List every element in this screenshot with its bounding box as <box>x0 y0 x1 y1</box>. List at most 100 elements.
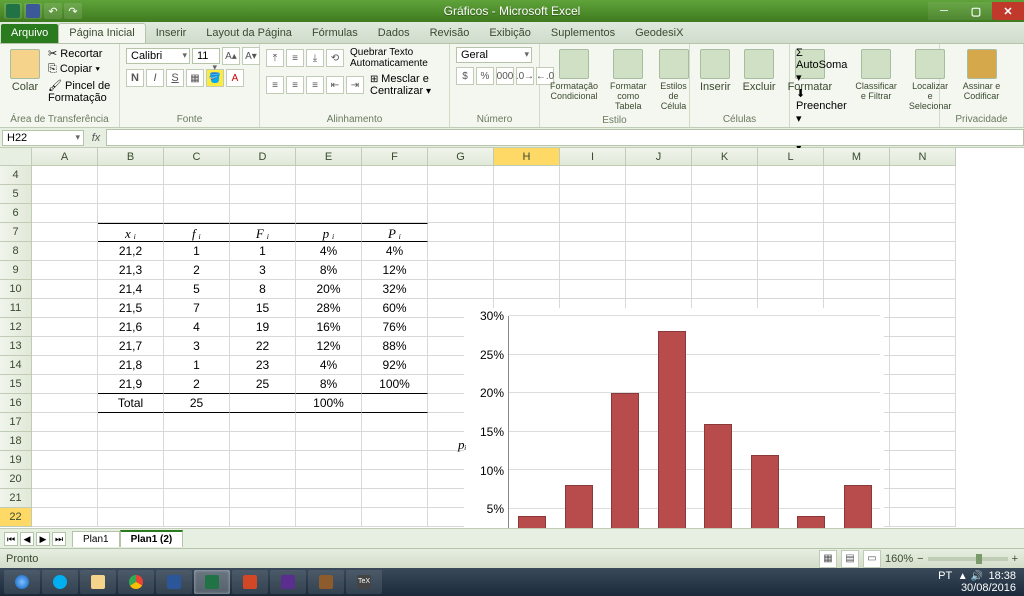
tab-addins[interactable]: Suplementos <box>541 24 625 43</box>
conditional-format-button[interactable]: Formatação Condicional <box>546 47 602 103</box>
spreadsheet-grid[interactable]: ABCDEFGHIJKLMN 4567891011121314151617181… <box>0 148 1024 528</box>
tab-geodesix[interactable]: GeodesiX <box>625 24 693 43</box>
column-header-I[interactable]: I <box>560 148 626 166</box>
zoom-slider[interactable] <box>928 557 1008 561</box>
name-box[interactable]: H22 <box>2 130 84 146</box>
column-header-B[interactable]: B <box>98 148 164 166</box>
tab-file[interactable]: Arquivo <box>1 24 58 43</box>
tab-layout[interactable]: Layout da Página <box>196 24 302 43</box>
row-header-10[interactable]: 10 <box>0 280 32 299</box>
row-header-20[interactable]: 20 <box>0 470 32 489</box>
chart-bar[interactable] <box>704 424 732 528</box>
row-header-11[interactable]: 11 <box>0 299 32 318</box>
sheet-nav-prev[interactable]: ◀ <box>20 532 34 546</box>
taskbar-explorer[interactable] <box>80 570 116 594</box>
taskbar-powerpoint[interactable] <box>232 570 268 594</box>
redo-button[interactable]: ↷ <box>64 3 82 19</box>
view-pagebreak-button[interactable]: ▭ <box>863 550 881 568</box>
restore-button[interactable]: ▢ <box>960 2 992 20</box>
column-header-G[interactable]: G <box>428 148 494 166</box>
autosum-button[interactable]: Σ AutoSoma ▾ <box>796 47 847 84</box>
align-bottom-button[interactable]: ⤓ <box>306 49 324 67</box>
row-header-16[interactable]: 16 <box>0 394 32 413</box>
tab-view[interactable]: Exibição <box>479 24 541 43</box>
wrap-text-button[interactable]: Quebrar Texto Automaticamente <box>346 47 443 69</box>
row-header-8[interactable]: 8 <box>0 242 32 261</box>
font-size-select[interactable]: 11 <box>192 48 220 64</box>
row-header-4[interactable]: 4 <box>0 166 32 185</box>
taskbar-tex[interactable]: TeX <box>346 570 382 594</box>
sign-encode-button[interactable]: Assinar e Codificar <box>946 47 1017 103</box>
indent-inc-button[interactable]: ⇥ <box>346 76 364 94</box>
row-header-14[interactable]: 14 <box>0 356 32 375</box>
column-header-D[interactable]: D <box>230 148 296 166</box>
chart-bar[interactable] <box>751 455 779 528</box>
decrease-font-button[interactable]: A▾ <box>242 47 260 65</box>
taskbar-app2[interactable] <box>308 570 344 594</box>
align-middle-button[interactable]: ≡ <box>286 49 304 67</box>
number-format-select[interactable]: Geral <box>456 47 532 63</box>
cut-button[interactable]: ✂ Recortar <box>48 47 113 60</box>
tab-review[interactable]: Revisão <box>420 24 480 43</box>
underline-button[interactable]: S <box>166 69 184 87</box>
paste-button[interactable]: Colar <box>6 47 44 95</box>
bold-button[interactable]: N <box>126 69 144 87</box>
row-header-9[interactable]: 9 <box>0 261 32 280</box>
align-right-button[interactable]: ≡ <box>306 76 324 94</box>
tab-home[interactable]: Página Inicial <box>58 23 145 43</box>
taskbar-app1[interactable] <box>270 570 306 594</box>
comma-button[interactable]: 000 <box>496 67 514 85</box>
border-button[interactable]: ▦ <box>186 69 204 87</box>
currency-button[interactable]: $ <box>456 67 474 85</box>
delete-cells-button[interactable]: Excluir <box>739 47 780 95</box>
chart-bar[interactable] <box>797 516 825 528</box>
close-button[interactable]: ✕ <box>992 2 1024 20</box>
font-name-select[interactable]: Calibri <box>126 48 190 64</box>
chart-bar[interactable] <box>658 331 686 528</box>
insert-cells-button[interactable]: Inserir <box>696 47 735 95</box>
sheet-tab-plan1[interactable]: Plan1 <box>72 531 120 547</box>
chart-bar[interactable] <box>844 485 872 528</box>
view-layout-button[interactable]: ▤ <box>841 550 859 568</box>
increase-font-button[interactable]: A▴ <box>222 47 240 65</box>
excel-icon[interactable] <box>4 3 22 19</box>
format-as-table-button[interactable]: Formatar como Tabela <box>606 47 651 113</box>
row-header-21[interactable]: 21 <box>0 489 32 508</box>
italic-button[interactable]: I <box>146 69 164 87</box>
save-button[interactable] <box>24 3 42 19</box>
taskbar-chrome[interactable] <box>118 570 154 594</box>
align-center-button[interactable]: ≡ <box>286 76 304 94</box>
sheet-nav-first[interactable]: ⏮ <box>4 532 18 546</box>
chart-bar[interactable] <box>565 485 593 528</box>
column-header-A[interactable]: A <box>32 148 98 166</box>
column-header-K[interactable]: K <box>692 148 758 166</box>
sheet-nav-last[interactable]: ⏭ <box>52 532 66 546</box>
chart-bar[interactable] <box>611 393 639 528</box>
font-color-button[interactable]: A <box>226 69 244 87</box>
percent-button[interactable]: % <box>476 67 494 85</box>
row-header-19[interactable]: 19 <box>0 451 32 470</box>
column-header-N[interactable]: N <box>890 148 956 166</box>
tab-formulas[interactable]: Fórmulas <box>302 24 368 43</box>
fx-icon[interactable]: fx <box>86 132 106 144</box>
taskbar-excel[interactable] <box>194 570 230 594</box>
row-header-15[interactable]: 15 <box>0 375 32 394</box>
zoom-in-button[interactable]: + <box>1012 553 1018 565</box>
row-header-7[interactable]: 7 <box>0 223 32 242</box>
system-tray[interactable]: PT ▲ 🔊 18:3830/08/2016 <box>938 570 1020 594</box>
column-header-F[interactable]: F <box>362 148 428 166</box>
zoom-out-button[interactable]: − <box>917 553 923 565</box>
row-header-13[interactable]: 13 <box>0 337 32 356</box>
column-header-C[interactable]: C <box>164 148 230 166</box>
taskbar-word[interactable] <box>156 570 192 594</box>
minimize-button[interactable]: ─ <box>928 2 960 20</box>
column-header-L[interactable]: L <box>758 148 824 166</box>
cell-styles-button[interactable]: Estilos de Célula <box>655 47 693 113</box>
indent-dec-button[interactable]: ⇤ <box>326 76 344 94</box>
tab-data[interactable]: Dados <box>368 24 420 43</box>
format-painter-button[interactable]: 🖌 Pincel de Formatação <box>48 79 113 104</box>
row-header-5[interactable]: 5 <box>0 185 32 204</box>
column-header-J[interactable]: J <box>626 148 692 166</box>
chart-bar[interactable] <box>518 516 546 528</box>
taskbar-skype[interactable] <box>42 570 78 594</box>
